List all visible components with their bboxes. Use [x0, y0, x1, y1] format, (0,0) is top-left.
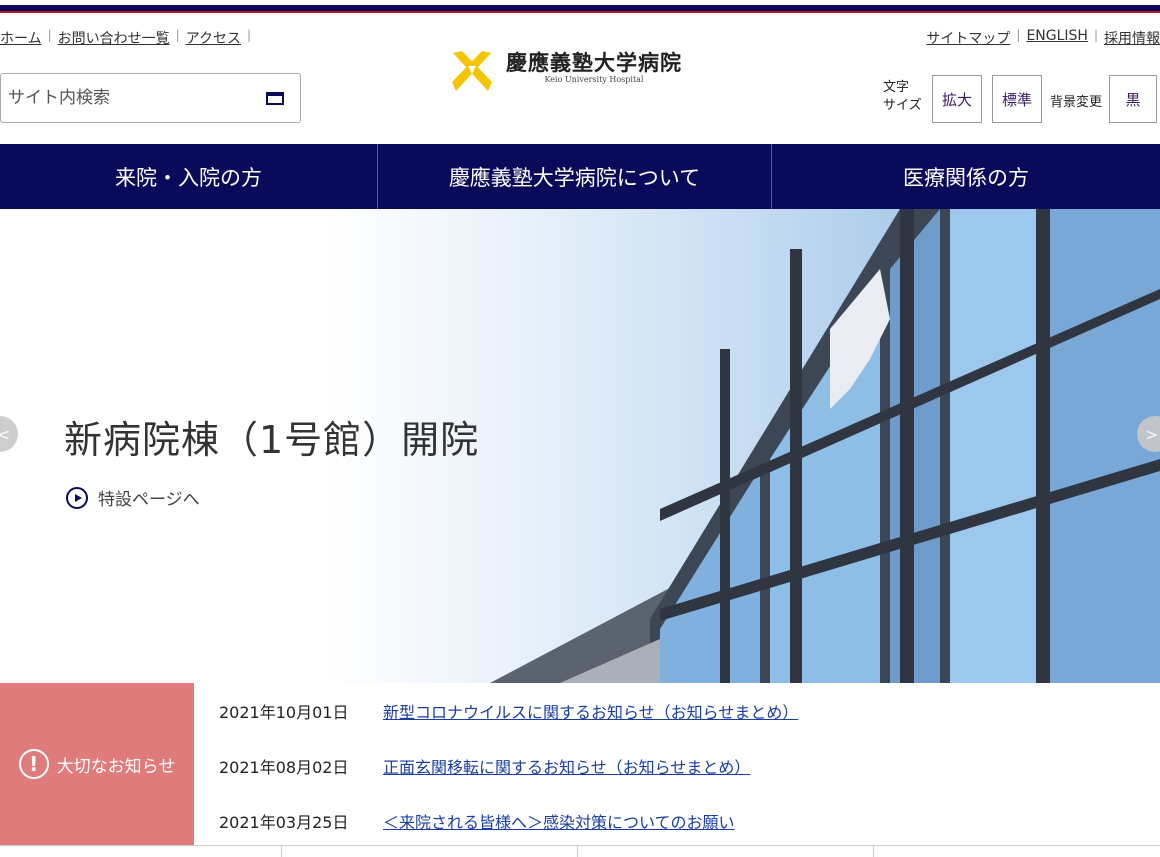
search-input[interactable] [1, 87, 250, 109]
exclamation-icon: ! [18, 749, 49, 779]
list-item: 2021年03月25日 ＜来院される皆様へ＞感染対策についてのお願い [219, 793, 798, 848]
background-black-button[interactable]: 黒 [1109, 75, 1157, 123]
english-link[interactable]: ENGLISH [1026, 28, 1088, 48]
nav-about-hospital[interactable]: 慶應義塾大学病院について [378, 144, 772, 209]
hero-title: 新病院棟（1号館）開院 [64, 418, 480, 462]
notice-date: 2021年10月01日 [219, 702, 349, 722]
important-notice-heading: ! 大切なお知らせ [0, 683, 194, 845]
site-search [0, 73, 301, 123]
utility-links-right: サイトマップ | ENGLISH | 採用情報 [926, 28, 1160, 48]
top-accent-bar [0, 0, 1160, 14]
notice-date: 2021年03月25日 [219, 812, 349, 832]
sitemap-link[interactable]: サイトマップ [926, 28, 1010, 48]
notice-link[interactable]: ＜来院される皆様へ＞感染対策についてのお願い [383, 809, 735, 833]
logo-english-name: Keio University Hospital [544, 75, 644, 84]
access-link[interactable]: アクセス [186, 28, 241, 48]
play-icon [66, 486, 88, 509]
global-navigation: 来院・入院の方 慶應義塾大学病院について 医療関係の方 [0, 144, 1160, 209]
notice-list: 2021年10月01日 新型コロナウイルスに関するお知らせ（お知らせまとめ） 2… [219, 683, 798, 848]
pen-cross-logo-icon [452, 51, 492, 91]
utility-links-left: ホーム | お問い合わせ一覧 | アクセス | [0, 28, 252, 48]
recruit-link[interactable]: 採用情報 [1104, 28, 1160, 48]
nav-outpatient-inpatient[interactable]: 来院・入院の方 [0, 144, 378, 209]
hero-carousel: 新病院棟（1号館）開院 特設ページへ < > [0, 209, 1160, 683]
font-standard-button[interactable]: 標準 [992, 75, 1042, 123]
list-item: 2021年10月01日 新型コロナウイルスに関するお知らせ（お知らせまとめ） [219, 683, 798, 738]
font-size-label: 文字 サイズ [883, 80, 922, 113]
nav-medical-professionals[interactable]: 医療関係の方 [772, 144, 1160, 209]
footer-divider [0, 845, 1160, 857]
hero-special-page-link[interactable]: 特設ページへ [66, 485, 200, 510]
background-change-label: 背景変更 [1050, 95, 1103, 110]
notice-link[interactable]: 正面玄関移転に関するお知らせ（お知らせまとめ） [383, 754, 750, 778]
list-item: 2021年08月02日 正面玄関移転に関するお知らせ（お知らせまとめ） [219, 738, 798, 793]
search-window-icon[interactable] [266, 92, 284, 105]
logo-japanese-name: 慶應義塾大学病院 [506, 50, 682, 75]
contact-list-link[interactable]: お問い合わせ一覧 [58, 28, 170, 48]
home-link[interactable]: ホーム [0, 28, 42, 48]
font-enlarge-button[interactable]: 拡大 [932, 75, 982, 123]
notice-link[interactable]: 新型コロナウイルスに関するお知らせ（お知らせまとめ） [383, 699, 798, 723]
hospital-logo[interactable]: 慶應義塾大学病院 Keio University Hospital [450, 50, 682, 92]
notice-date: 2021年08月02日 [219, 757, 349, 777]
